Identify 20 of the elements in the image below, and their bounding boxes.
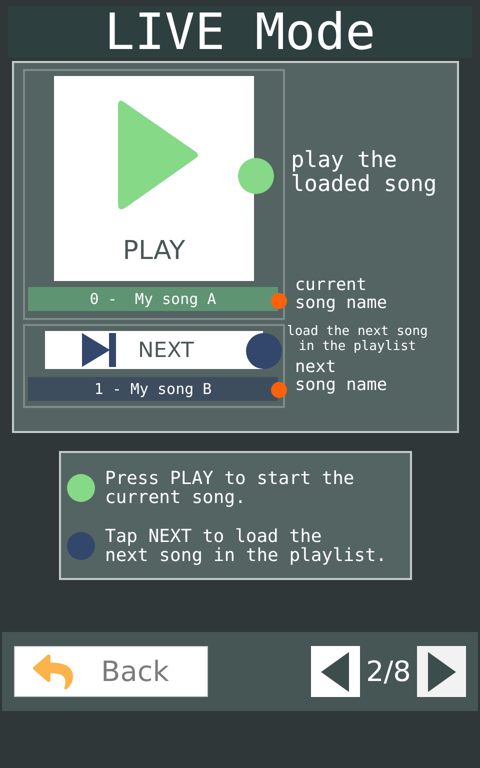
play-icon [118,98,200,212]
back-button[interactable]: Back [14,646,208,697]
left-triangle-icon [321,652,350,692]
skip-next-icon [82,333,116,367]
back-arrow-icon [33,652,73,692]
next-song-name: 1 - My song B [94,378,212,400]
play-button[interactable]: PLAY [54,76,254,281]
next-page-button[interactable] [417,646,466,697]
next-button[interactable]: NEXT [45,331,263,369]
previous-page-button[interactable] [310,646,360,697]
legend-text: Press PLAY to start the current song. [105,469,354,507]
current-song-name: 0 - My song A [90,288,216,310]
page-counter: 2/8 [366,654,411,690]
screen-title: LIVE Mode [104,7,376,57]
next-song-hint: next song name [295,358,388,394]
right-triangle-icon [428,652,456,692]
current-hint: current song name [295,276,388,312]
play-hint: play the loaded song [291,149,437,197]
next-hint: load the next song in the playlist [287,324,428,354]
legend-text: Tap NEXT to load the next song in the playlist. [105,527,387,565]
